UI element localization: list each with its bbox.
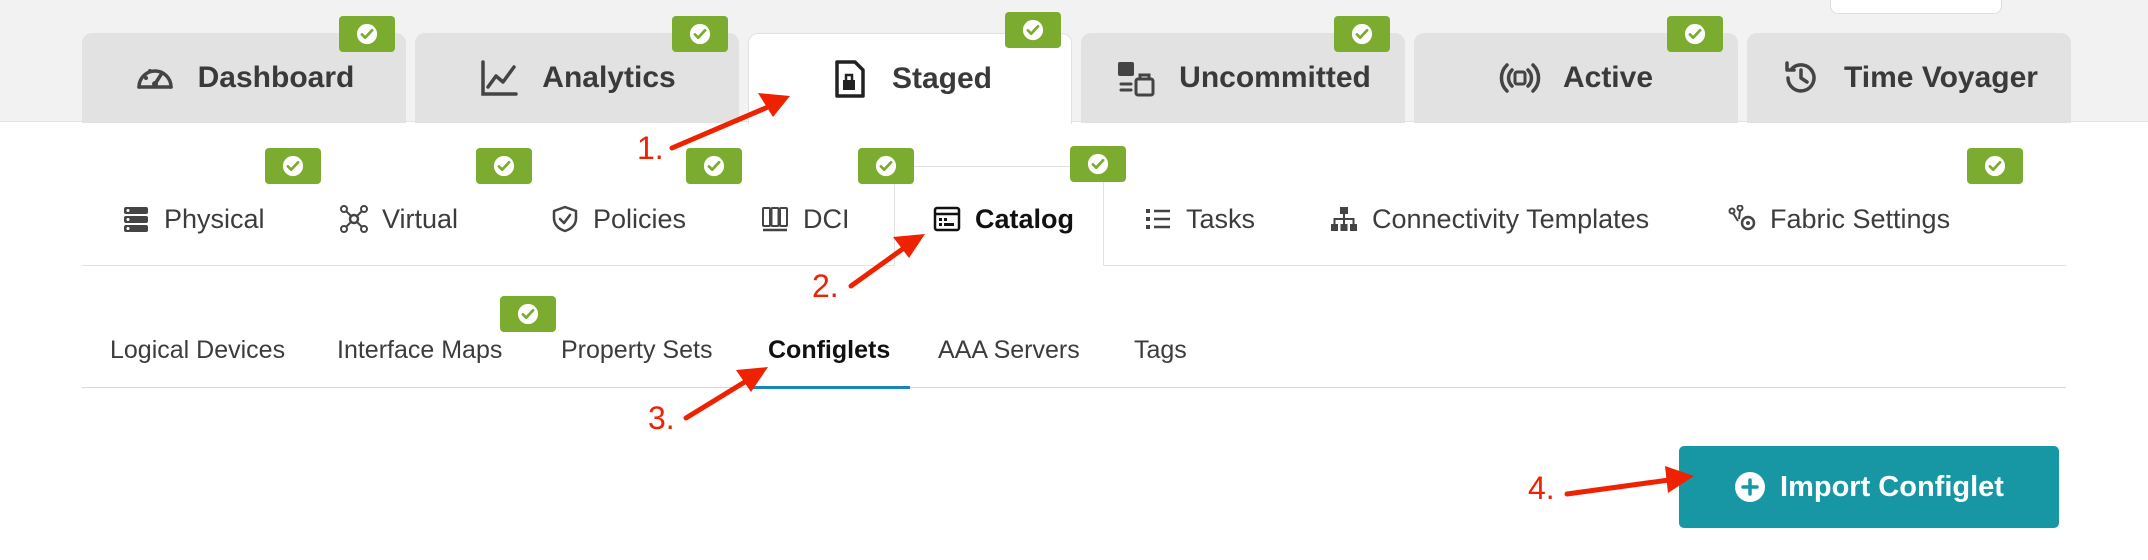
tab-label: Uncommitted xyxy=(1179,61,1371,94)
check-badge xyxy=(672,16,728,52)
arrow-3 xyxy=(683,377,751,421)
check-circle-icon xyxy=(282,155,304,177)
catalog-tab-logical-devices[interactable]: Logical Devices xyxy=(110,336,285,372)
catalog-tab-configlets[interactable]: Configlets xyxy=(768,336,890,372)
sub-tab-label: Policies xyxy=(593,203,687,234)
arrow-4 xyxy=(1564,477,1672,497)
check-badge xyxy=(476,148,532,184)
check-badge xyxy=(1667,16,1723,52)
check-badge xyxy=(1334,16,1390,52)
server-stack-icon xyxy=(124,207,148,232)
sub-tab-label: Physical xyxy=(164,203,265,234)
callout-4: 4. xyxy=(1528,470,1555,506)
sub-tab-tasks[interactable]: Tasks xyxy=(1144,196,1255,242)
history-icon xyxy=(1785,61,1816,93)
list-icon xyxy=(1146,209,1170,229)
check-badge xyxy=(858,148,914,184)
top-right-control[interactable] xyxy=(1830,0,2002,14)
check-badge xyxy=(339,16,395,52)
sub-tab-policies[interactable]: Policies xyxy=(551,196,686,242)
sub-tab-physical[interactable]: Physical xyxy=(122,196,265,242)
catalog-tab-tags[interactable]: Tags xyxy=(1134,336,1187,372)
catalog-icon xyxy=(933,206,961,232)
broadcast-icon xyxy=(1499,63,1541,93)
import-configlet-label: Import Configlet xyxy=(1780,470,2004,503)
check-circle-icon xyxy=(1087,153,1109,175)
sub-tab-label: Fabric Settings xyxy=(1770,203,1951,234)
hierarchy-icon xyxy=(1331,207,1357,231)
check-badge xyxy=(500,296,556,332)
import-configlet-button[interactable]: Import Configlet xyxy=(1679,446,2059,528)
check-circle-icon xyxy=(1984,155,2006,177)
catalog-tab-aaa-servers[interactable]: AAA Servers xyxy=(938,336,1080,372)
active-tab-underline xyxy=(752,386,910,389)
dci-icon xyxy=(762,207,788,232)
tab-label: Staged xyxy=(891,62,993,95)
staged-file-icon xyxy=(835,60,865,98)
plus-circle-icon xyxy=(1735,472,1766,502)
check-circle-icon xyxy=(875,155,897,177)
sub-tab-catalog[interactable]: Catalog xyxy=(933,196,1074,242)
shield-check-icon xyxy=(552,205,578,233)
chart-line-icon xyxy=(481,60,519,96)
callout-3: 3. xyxy=(648,400,675,436)
sub-tab-label: Catalog xyxy=(975,203,1075,234)
check-badge xyxy=(1967,148,2023,184)
catalog-tab-property-sets[interactable]: Property Sets xyxy=(561,336,712,372)
check-badge xyxy=(1070,146,1126,182)
catalog-tabs-divider xyxy=(82,387,2066,388)
check-circle-icon xyxy=(1022,19,1044,41)
sub-tab-connectivity-templates[interactable]: Connectivity Templates xyxy=(1330,196,1649,242)
tab-time-voyager[interactable]: Time Voyager xyxy=(1747,33,2071,123)
sub-tab-fabric-settings[interactable]: Fabric Settings xyxy=(1728,196,1950,242)
sub-tab-virtual[interactable]: Virtual xyxy=(340,196,458,242)
check-circle-icon xyxy=(356,23,378,45)
fabric-settings-icon xyxy=(1728,205,1756,231)
tab-label: Dashboard xyxy=(197,61,355,94)
check-circle-icon xyxy=(493,155,515,177)
sub-tab-label: Tasks xyxy=(1186,203,1256,234)
check-circle-icon xyxy=(1684,23,1706,45)
check-circle-icon xyxy=(689,23,711,45)
uncommitted-icon xyxy=(1118,62,1155,97)
check-circle-icon xyxy=(1351,23,1373,45)
gauge-icon xyxy=(136,69,173,89)
sub-tab-label: DCI xyxy=(803,203,850,234)
check-badge xyxy=(265,148,321,184)
tab-label: Active xyxy=(1562,61,1654,94)
catalog-tab-interface-maps[interactable]: Interface Maps xyxy=(337,336,502,372)
callout-2: 2. xyxy=(812,268,839,304)
check-badge xyxy=(1005,12,1061,48)
tab-label: Analytics xyxy=(542,61,676,94)
sub-tab-dci[interactable]: DCI xyxy=(761,196,850,242)
network-nodes-icon xyxy=(340,205,368,233)
check-circle-icon xyxy=(703,155,725,177)
tab-label: Time Voyager xyxy=(1844,61,2038,94)
check-badge xyxy=(686,148,742,184)
callout-1: 1. xyxy=(637,130,664,166)
sub-tab-label: Virtual xyxy=(382,203,459,234)
check-circle-icon xyxy=(517,303,539,325)
sub-tab-label: Connectivity Templates xyxy=(1372,203,1650,234)
